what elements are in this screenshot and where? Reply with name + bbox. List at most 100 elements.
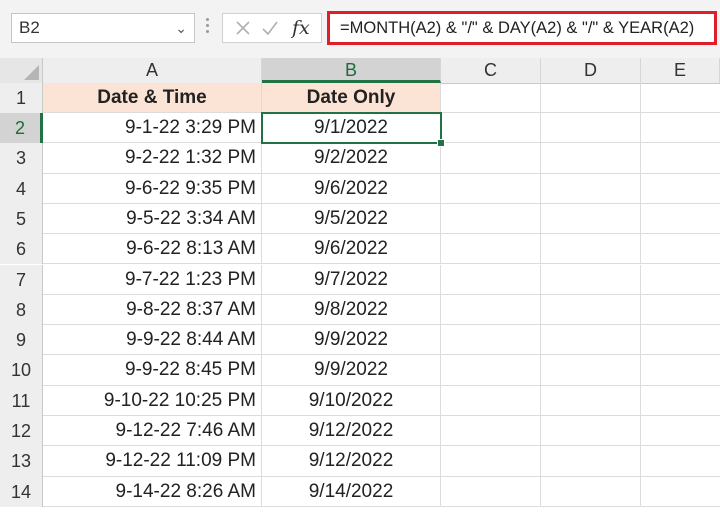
- cell-empty[interactable]: [441, 416, 541, 447]
- cell-empty[interactable]: [641, 265, 720, 295]
- cell-date-only[interactable]: 9/9/2022: [262, 355, 441, 386]
- cell-empty[interactable]: [641, 113, 720, 144]
- cell-empty[interactable]: [541, 355, 641, 386]
- row-header[interactable]: 11: [0, 385, 43, 416]
- cell-date-only[interactable]: 9/1/2022: [262, 113, 441, 144]
- cell-date-only[interactable]: 9/14/2022: [262, 476, 441, 507]
- cell-date-only[interactable]: 9/12/2022: [262, 416, 441, 447]
- table-row: 6 9-6-22 8:13 AM 9/6/2022: [0, 234, 720, 265]
- cell-date-only[interactable]: 9/9/2022: [262, 325, 441, 356]
- cell-empty[interactable]: [441, 325, 541, 356]
- cell-empty[interactable]: [441, 476, 541, 507]
- column-header-e[interactable]: E: [641, 58, 720, 83]
- cell-empty[interactable]: [541, 446, 641, 477]
- cell-empty[interactable]: [641, 477, 720, 507]
- cell-empty[interactable]: [541, 234, 641, 265]
- insert-function-button[interactable]: fx: [292, 14, 310, 42]
- cell-date-time[interactable]: 9-12-22 7:46 AM: [43, 416, 262, 447]
- cell-empty[interactable]: [641, 295, 720, 326]
- cell-date-only[interactable]: 9/7/2022: [262, 264, 441, 295]
- cell-date-only[interactable]: 9/6/2022: [262, 234, 441, 265]
- row-header[interactable]: 14: [0, 476, 43, 507]
- cell-empty[interactable]: [541, 113, 641, 144]
- column-header-b[interactable]: B: [262, 58, 441, 83]
- cell-empty[interactable]: [441, 385, 541, 416]
- cell-empty[interactable]: [441, 113, 541, 144]
- cell-empty[interactable]: [541, 264, 641, 295]
- cell-empty[interactable]: [641, 416, 720, 447]
- cell-c1[interactable]: [441, 83, 541, 113]
- cell-date-only[interactable]: 9/12/2022: [262, 446, 441, 477]
- cell-empty[interactable]: [441, 264, 541, 295]
- cell-date-time[interactable]: 9-10-22 10:25 PM: [43, 385, 262, 416]
- cell-date-time[interactable]: 9-9-22 8:45 PM: [43, 355, 262, 386]
- cell-date-only[interactable]: 9/8/2022: [262, 294, 441, 326]
- column-header-a[interactable]: A: [43, 58, 262, 83]
- cell-date-time[interactable]: 9-6-22 8:13 AM: [43, 234, 262, 265]
- cell-empty[interactable]: [541, 143, 641, 174]
- cell-empty[interactable]: [641, 143, 720, 174]
- cell-date-time[interactable]: 9-7-22 1:23 PM: [43, 264, 262, 295]
- cancel-x-icon[interactable]: [235, 20, 251, 36]
- row-header[interactable]: 3: [0, 143, 43, 174]
- cell-empty[interactable]: [441, 355, 541, 386]
- cell-empty[interactable]: [641, 446, 720, 477]
- cell-empty[interactable]: [641, 234, 720, 265]
- cell-empty[interactable]: [541, 173, 641, 204]
- chevron-down-icon[interactable]: ⌄: [175, 14, 187, 42]
- cell-date-time[interactable]: 9-2-22 1:32 PM: [43, 143, 262, 174]
- row-header[interactable]: 4: [0, 173, 43, 204]
- table-row: 7 9-7-22 1:23 PM 9/7/2022: [0, 264, 720, 295]
- cell-empty[interactable]: [641, 355, 720, 386]
- table-row: 4 9-6-22 9:35 PM 9/6/2022: [0, 173, 720, 204]
- cell-empty[interactable]: [541, 294, 641, 326]
- cell-b1[interactable]: Date Only: [262, 83, 441, 113]
- cell-date-only[interactable]: 9/5/2022: [262, 203, 441, 235]
- row-header[interactable]: 7: [0, 264, 43, 295]
- row-header[interactable]: 1: [0, 83, 43, 113]
- row-header[interactable]: 12: [0, 416, 43, 447]
- cell-empty[interactable]: [541, 416, 641, 447]
- cell-a1[interactable]: Date & Time: [43, 83, 262, 113]
- cell-empty[interactable]: [441, 143, 541, 174]
- cell-empty[interactable]: [641, 174, 720, 204]
- formula-input[interactable]: =MONTH(A2) & "/" & DAY(A2) & "/" & YEAR(…: [327, 11, 717, 45]
- cell-e1[interactable]: [641, 83, 720, 113]
- cell-empty[interactable]: [441, 294, 541, 326]
- cell-empty[interactable]: [541, 476, 641, 507]
- cell-empty[interactable]: [641, 386, 720, 416]
- cell-d1[interactable]: [541, 83, 641, 113]
- cell-date-time[interactable]: 9-1-22 3:29 PM: [43, 113, 262, 144]
- cell-empty[interactable]: [441, 203, 541, 235]
- cell-empty[interactable]: [541, 325, 641, 356]
- cell-empty[interactable]: [441, 446, 541, 477]
- cell-empty[interactable]: [441, 234, 541, 265]
- cell-empty[interactable]: [441, 173, 541, 204]
- cell-date-time[interactable]: 9-9-22 8:44 AM: [43, 325, 262, 356]
- row-header[interactable]: 9: [0, 325, 43, 356]
- cell-date-only[interactable]: 9/6/2022: [262, 173, 441, 204]
- row-header[interactable]: 2: [0, 113, 43, 144]
- cell-date-only[interactable]: 9/10/2022: [262, 385, 441, 416]
- cell-empty[interactable]: [641, 325, 720, 356]
- cell-date-time[interactable]: 9-14-22 8:26 AM: [43, 476, 262, 507]
- column-header-c[interactable]: C: [441, 58, 541, 83]
- cell-date-time[interactable]: 9-5-22 3:34 AM: [43, 203, 262, 235]
- cell-empty[interactable]: [641, 204, 720, 235]
- cell-date-time[interactable]: 9-8-22 8:37 AM: [43, 294, 262, 326]
- cell-date-only[interactable]: 9/2/2022: [262, 143, 441, 174]
- row-header[interactable]: 10: [0, 355, 43, 386]
- drag-handle-icon[interactable]: [206, 16, 210, 38]
- cell-empty[interactable]: [541, 385, 641, 416]
- column-header-d[interactable]: D: [541, 58, 641, 83]
- row-header[interactable]: 6: [0, 234, 43, 265]
- name-box[interactable]: B2 ⌄: [11, 13, 195, 43]
- row-header[interactable]: 8: [0, 294, 43, 326]
- row-header[interactable]: 5: [0, 203, 43, 235]
- cell-date-time[interactable]: 9-6-22 9:35 PM: [43, 173, 262, 204]
- row-header[interactable]: 13: [0, 446, 43, 477]
- cell-date-time[interactable]: 9-12-22 11:09 PM: [43, 446, 262, 477]
- checkmark-icon[interactable]: [261, 19, 279, 37]
- select-all-button[interactable]: [0, 58, 43, 83]
- cell-empty[interactable]: [541, 203, 641, 235]
